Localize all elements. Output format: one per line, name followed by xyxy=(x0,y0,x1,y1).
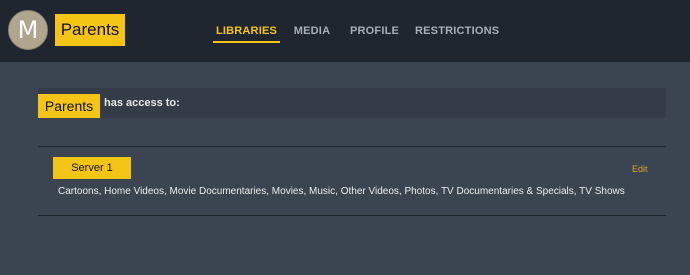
library-list: Cartoons, Home Videos, Movie Documentari… xyxy=(58,186,625,197)
tab-bar: LIBRARIES MEDIA PROFILE RESTRICTIONS xyxy=(0,21,690,45)
top-bar: M Parents LIBRARIES MEDIA PROFILE RESTRI… xyxy=(0,0,690,62)
tab-restrictions[interactable]: RESTRICTIONS xyxy=(415,21,499,45)
tab-profile[interactable]: PROFILE xyxy=(350,21,399,45)
divider-bottom xyxy=(38,215,666,216)
access-user-chip: Parents xyxy=(38,94,100,118)
divider-top xyxy=(38,146,666,147)
server-name: Server 1 xyxy=(53,157,131,179)
tab-libraries[interactable]: LIBRARIES xyxy=(213,21,280,45)
tab-media[interactable]: MEDIA xyxy=(292,21,332,45)
edit-link[interactable]: Edit xyxy=(632,164,648,174)
access-label: has access to: xyxy=(104,97,180,109)
